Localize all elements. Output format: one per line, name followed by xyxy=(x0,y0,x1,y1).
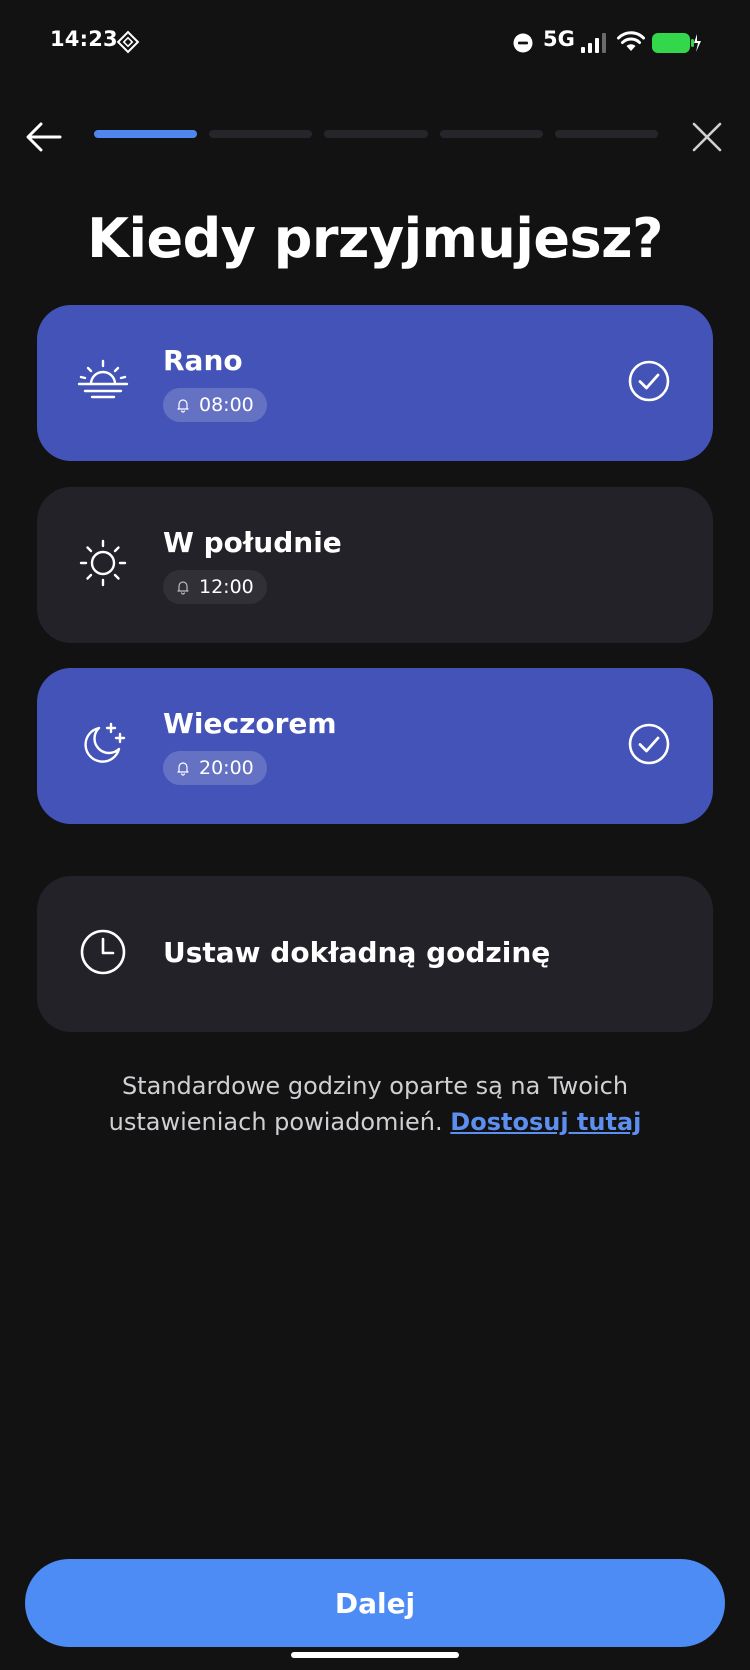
close-button[interactable] xyxy=(685,115,729,159)
moon-stars-icon xyxy=(84,722,126,763)
sunrise-icon xyxy=(77,359,129,399)
option-card-evening[interactable]: Wieczorem 20:00 xyxy=(37,668,713,824)
wifi-icon xyxy=(617,31,645,51)
customize-link[interactable]: Dostosuj tutaj xyxy=(450,1108,641,1136)
option-card-morning[interactable]: Rano 08:00 xyxy=(37,305,713,461)
status-bar: 14:23 5G xyxy=(0,0,750,84)
bell-icon xyxy=(177,581,189,595)
time-value: 12:00 xyxy=(199,576,254,598)
check-circle-icon xyxy=(628,360,670,402)
time-badge: 08:00 xyxy=(163,388,267,422)
progress-step-3 xyxy=(324,130,428,138)
signal-icon xyxy=(581,33,606,53)
time-value: 20:00 xyxy=(199,757,254,779)
option-label: Rano xyxy=(163,344,243,377)
check-circle-icon xyxy=(628,723,670,765)
option-label: W południe xyxy=(163,526,342,559)
dnd-icon xyxy=(513,33,533,53)
network-type: 5G xyxy=(543,27,575,51)
progress-step-5 xyxy=(554,130,659,138)
page-title: Kiedy przyjmujesz? xyxy=(87,207,663,270)
progress-steps xyxy=(94,130,659,138)
bell-icon xyxy=(177,399,189,413)
status-time: 14:23 xyxy=(50,27,118,51)
time-badge: 20:00 xyxy=(163,751,267,785)
custom-time-label: Ustaw dokładną godzinę xyxy=(163,936,551,969)
time-value: 08:00 xyxy=(199,394,254,416)
clock-icon xyxy=(80,929,126,975)
back-button[interactable] xyxy=(22,115,66,159)
progress-step-2 xyxy=(209,130,313,138)
battery-charging-icon xyxy=(652,33,701,53)
info-text: Standardowe godziny oparte są na Twoich … xyxy=(60,1068,690,1140)
bell-icon xyxy=(177,762,189,776)
app-notification-icon xyxy=(116,30,140,54)
next-button[interactable]: Dalej xyxy=(25,1559,725,1647)
custom-time-card[interactable]: Ustaw dokładną godzinę xyxy=(37,876,713,1032)
option-card-noon[interactable]: W południe 12:00 xyxy=(37,487,713,643)
option-label: Wieczorem xyxy=(163,707,337,740)
progress-step-4 xyxy=(439,130,543,138)
sun-icon xyxy=(79,539,127,587)
time-badge: 12:00 xyxy=(163,570,267,604)
nav-bar xyxy=(0,105,750,165)
progress-step-1 xyxy=(94,130,198,138)
home-indicator xyxy=(291,1652,459,1658)
